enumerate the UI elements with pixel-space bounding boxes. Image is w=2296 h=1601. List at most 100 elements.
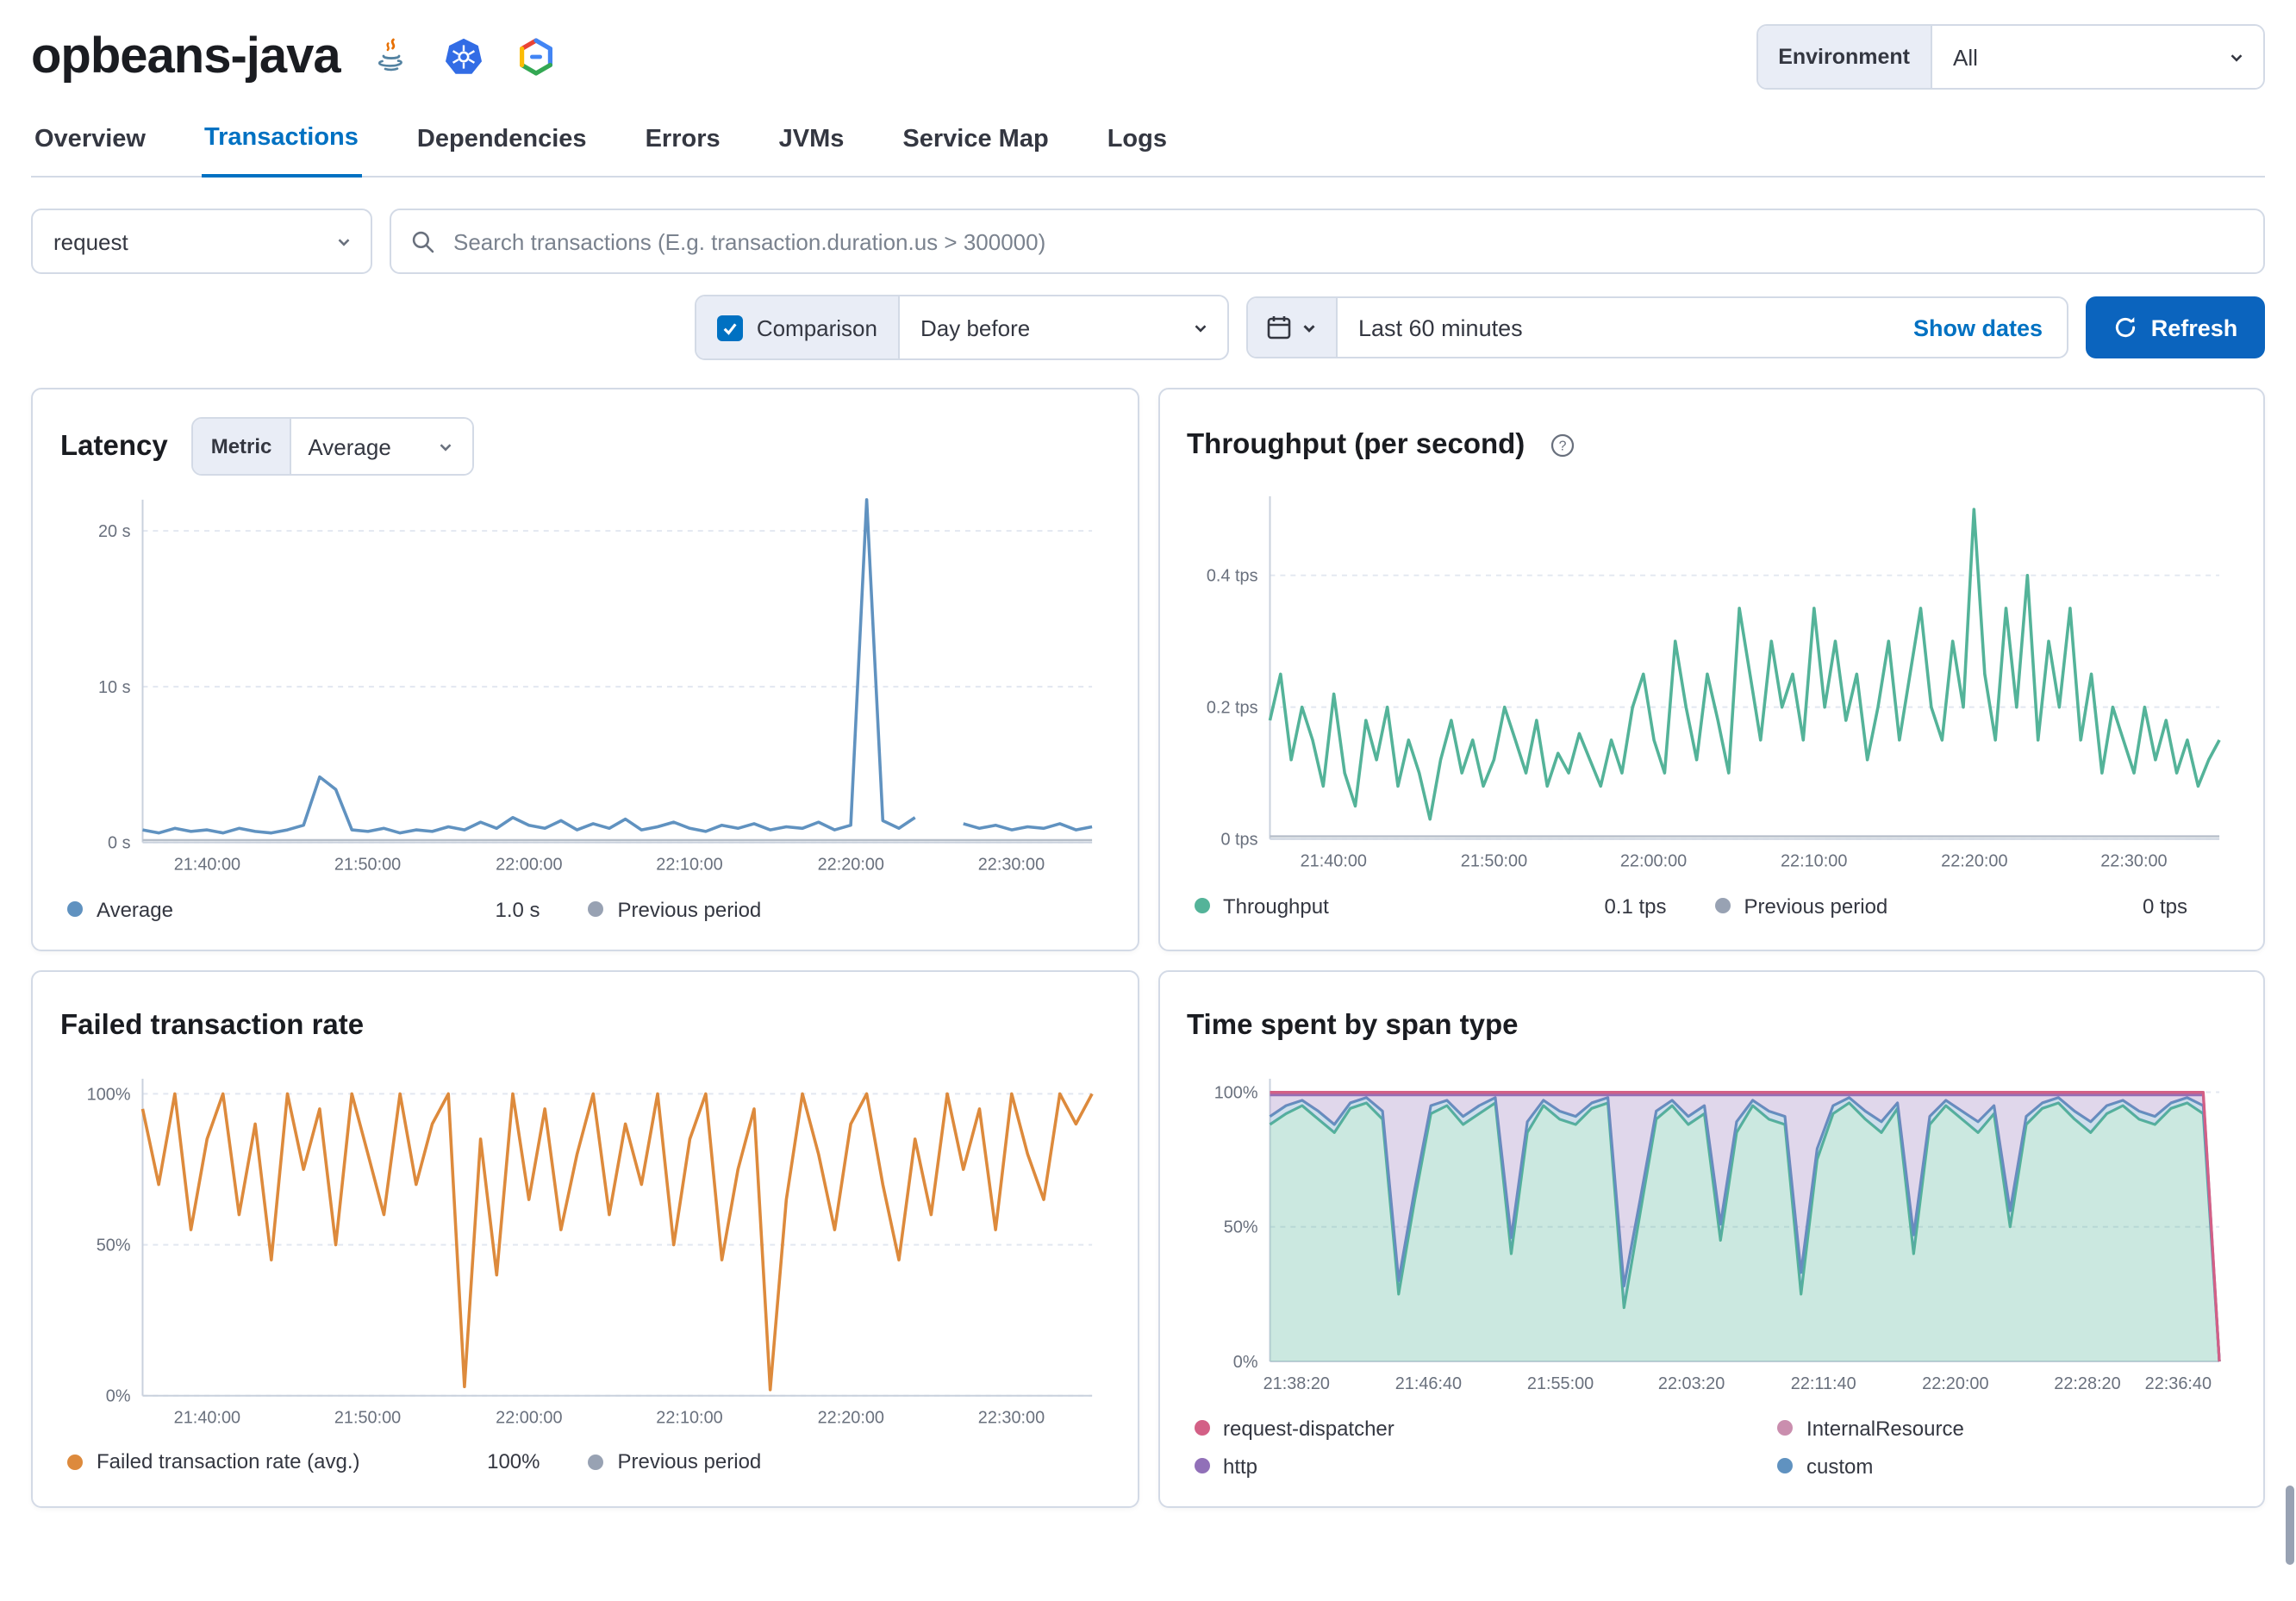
legend-label: custom: [1806, 1454, 1874, 1479]
svg-text:22:03:20: 22:03:20: [1657, 1374, 1724, 1392]
legend-item[interactable]: Throughput 0.1 tps: [1194, 894, 1715, 918]
legend-label: Previous period: [617, 1449, 762, 1474]
legend-item[interactable]: http: [1194, 1454, 1777, 1478]
throughput-panel: Throughput (per second) ? 0 tps 0.2 tps 0.…: [1157, 388, 2265, 951]
svg-text:21:50:00: 21:50:00: [1460, 851, 1526, 870]
svg-text:0.2 tps: 0.2 tps: [1206, 699, 1257, 718]
latency-panel: Latency Metric Average 0 s 10 s 20 s 21:40:…: [31, 388, 1139, 951]
svg-text:22:00:00: 22:00:00: [496, 1408, 562, 1427]
svg-text:22:10:00: 22:10:00: [1780, 851, 1846, 870]
panel-title-latency: Latency: [60, 430, 168, 461]
quick-select-button[interactable]: [1248, 298, 1338, 357]
svg-text:22:00:00: 22:00:00: [496, 855, 562, 874]
legend-item[interactable]: Previous period: [588, 1449, 1110, 1474]
search-input[interactable]: [450, 227, 2246, 256]
legend-label: InternalResource: [1806, 1416, 1964, 1441]
environment-select[interactable]: Environment All: [1756, 24, 2265, 90]
time-range-label[interactable]: Last 60 minutes: [1338, 298, 1889, 357]
metric-label: Metric: [193, 419, 291, 474]
chevron-down-icon: [440, 443, 452, 451]
svg-text:22:30:00: 22:30:00: [2099, 851, 2166, 870]
throughput-legend: Throughput 0.1 tps Previous period 0 tps: [1187, 894, 2236, 918]
chevron-down-icon: [1195, 324, 1207, 332]
span-type-chart[interactable]: 0% 50% 100% 21:38:20 21:46:40 21:55:00 22:03:2…: [1187, 1064, 2236, 1399]
tab-logs[interactable]: Logs: [1104, 124, 1170, 176]
latency-metric-select[interactable]: Metric Average: [191, 417, 474, 476]
kubernetes-icon: [444, 36, 485, 78]
svg-text:20 s: 20 s: [98, 522, 131, 541]
svg-text:22:20:00: 22:20:00: [1921, 1374, 1987, 1392]
legend-value: 1.0 s: [495, 897, 540, 922]
show-dates-link[interactable]: Show dates: [1889, 298, 2067, 357]
tab-jvms[interactable]: JVMs: [776, 124, 848, 176]
span-type-legend: request-dispatcher InternalResource http cu…: [1187, 1416, 2236, 1478]
scrollbar-thumb[interactable]: [2286, 1486, 2294, 1565]
svg-text:21:38:20: 21:38:20: [1263, 1374, 1329, 1392]
calendar-icon: [1267, 316, 1291, 340]
legend-label: Previous period: [617, 897, 762, 922]
date-picker: Last 60 minutes Show dates: [1246, 296, 2068, 358]
page-title: opbeans-java: [31, 28, 341, 84]
search-icon: [412, 231, 434, 253]
legend-item[interactable]: Previous period 0 tps: [1714, 894, 2237, 919]
tab-transactions[interactable]: Transactions: [201, 124, 362, 178]
legend-item[interactable]: custom: [1777, 1454, 2236, 1478]
legend-item[interactable]: Average 1.0 s: [67, 897, 589, 921]
comparison-group: Comparison Day before: [694, 295, 1229, 360]
chevron-down-icon: [2230, 53, 2243, 61]
legend-dot: [1194, 898, 1209, 914]
svg-text:0%: 0%: [106, 1386, 131, 1405]
tab-errors[interactable]: Errors: [642, 124, 724, 176]
svg-text:50%: 50%: [1223, 1218, 1257, 1237]
failed-rate-panel: Failed transaction rate 0% 50% 100% 21:40:0…: [31, 969, 1139, 1508]
legend-dot: [588, 901, 604, 918]
legend-label: Average: [97, 897, 173, 922]
throughput-chart[interactable]: 0 tps 0.2 tps 0.4 tps 21:40:00 21:50:00 22:00…: [1187, 483, 2236, 876]
comparison-select[interactable]: Day before: [900, 296, 1227, 358]
svg-text:22:10:00: 22:10:00: [656, 1408, 722, 1427]
legend-label: Throughput: [1223, 894, 1329, 919]
refresh-button[interactable]: Refresh: [2086, 296, 2265, 358]
chevron-down-icon: [1303, 324, 1315, 332]
refresh-label: Refresh: [2150, 315, 2238, 340]
comparison-toggle[interactable]: Comparison: [696, 296, 900, 358]
tab-overview[interactable]: Overview: [31, 124, 149, 176]
legend-dot: [1777, 1458, 1794, 1474]
panel-title-failed-rate: Failed transaction rate: [60, 1010, 365, 1042]
legend-dot: [1777, 1420, 1794, 1436]
svg-text:0%: 0%: [1232, 1352, 1257, 1371]
legend-dot: [588, 1454, 604, 1470]
svg-text:100%: 100%: [1214, 1083, 1257, 1102]
legend-value: 100%: [487, 1449, 540, 1474]
svg-text:22:36:40: 22:36:40: [2144, 1374, 2211, 1392]
legend-item[interactable]: Previous period: [588, 897, 1110, 922]
svg-text:22:30:00: 22:30:00: [978, 855, 1045, 874]
transaction-type-select[interactable]: request: [31, 209, 372, 274]
latency-chart[interactable]: 0 s 10 s 20 s 21:40:00 21:50:00 22:00:00 22:10…: [60, 486, 1109, 880]
legend-item[interactable]: request-dispatcher: [1194, 1416, 1777, 1440]
tab-service-map[interactable]: Service Map: [899, 124, 1051, 176]
svg-text:100%: 100%: [87, 1085, 131, 1104]
svg-text:21:40:00: 21:40:00: [174, 855, 240, 874]
span-type-panel: Time spent by span type 0% 50% 100% 21:38:2…: [1157, 969, 2265, 1508]
legend-item[interactable]: InternalResource: [1777, 1416, 2236, 1440]
legend-value: 0.1 tps: [1604, 894, 1667, 919]
help-icon[interactable]: ?: [1549, 432, 1575, 458]
filter-row: request: [0, 178, 2296, 274]
svg-text:10 s: 10 s: [98, 678, 131, 697]
comparison-checkbox[interactable]: [716, 315, 743, 340]
tab-dependencies[interactable]: Dependencies: [414, 124, 590, 176]
environment-value: All: [1953, 44, 1978, 70]
search-box: [390, 209, 2265, 274]
failed-rate-chart[interactable]: 0% 50% 100% 21:40:00 21:50:00 22:00:00 22:10:0…: [60, 1064, 1109, 1433]
legend-dot: [67, 1454, 83, 1470]
legend-label: Previous period: [1744, 894, 1888, 919]
legend-label: Failed transaction rate (avg.): [97, 1449, 360, 1474]
svg-text:21:46:40: 21:46:40: [1394, 1374, 1461, 1392]
svg-text:22:20:00: 22:20:00: [1940, 851, 2006, 870]
legend-label: request-dispatcher: [1223, 1416, 1394, 1441]
charts-grid: Latency Metric Average 0 s 10 s 20 s 21:40:…: [0, 360, 2296, 1524]
latency-legend: Average 1.0 s Previous period: [60, 897, 1109, 921]
tab-bar: Overview Transactions Dependencies Error…: [31, 124, 2265, 178]
legend-item[interactable]: Failed transaction rate (avg.) 100%: [67, 1450, 589, 1474]
